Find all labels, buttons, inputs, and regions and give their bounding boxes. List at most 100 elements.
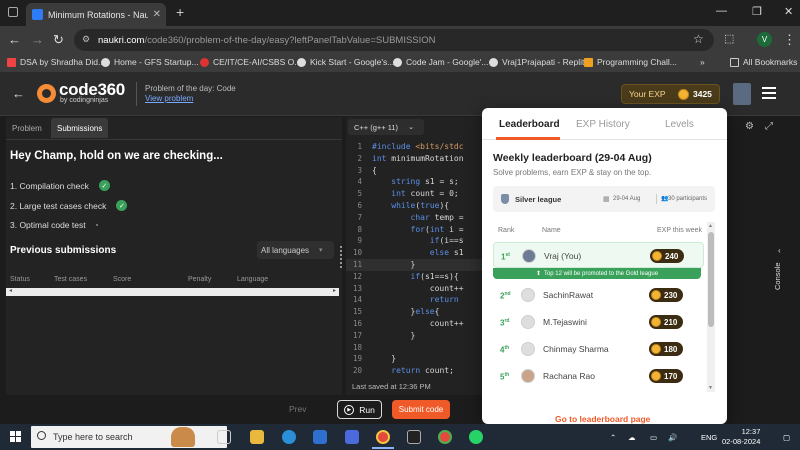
chrome-profile-icon[interactable] bbox=[438, 430, 452, 444]
scroll-down-icon[interactable]: ▼ bbox=[708, 385, 713, 391]
code-line[interactable]: 10 else s1 bbox=[346, 247, 484, 259]
fullscreen-icon[interactable]: ⤢ bbox=[765, 121, 773, 132]
bookmark-star-icon[interactable]: ☆ bbox=[693, 32, 704, 46]
line-text: else s1 bbox=[429, 248, 464, 258]
bookmark-2[interactable]: CE/IT/CE-AI/CSBS O... bbox=[200, 57, 301, 67]
tab-exp-history[interactable]: EXP History bbox=[576, 119, 630, 130]
chrome-icon[interactable] bbox=[376, 430, 390, 444]
tab-submissions[interactable]: Submissions bbox=[51, 118, 109, 138]
settings-icon[interactable]: ⚙ bbox=[745, 121, 754, 132]
code-lines[interactable]: 1 #include <bits/stdc 2 int minimumRotation… bbox=[346, 141, 484, 377]
scroll-up-icon[interactable]: ▲ bbox=[708, 223, 713, 229]
tab-search-icon[interactable] bbox=[8, 7, 18, 17]
code-line[interactable]: 8 for(int i = bbox=[346, 224, 484, 236]
language-filter-select[interactable]: All languages ▾ bbox=[257, 241, 334, 259]
file-explorer-icon[interactable] bbox=[250, 430, 264, 444]
tab-problem[interactable]: Problem bbox=[6, 118, 48, 138]
bookmarks-overflow-icon[interactable]: » bbox=[700, 57, 705, 67]
edge-browser-icon[interactable] bbox=[282, 430, 296, 444]
leaderboard-row[interactable]: 4th Chinmay Sharma 180 bbox=[493, 336, 704, 362]
code-line[interactable]: 12 if(s1==s){ bbox=[346, 271, 484, 283]
user-avatar[interactable] bbox=[733, 83, 751, 105]
view-problem-link[interactable]: View problem bbox=[145, 94, 193, 103]
console-toggle[interactable]: Console bbox=[773, 262, 782, 290]
code-line[interactable]: 16 count++ bbox=[346, 318, 484, 330]
leaderboard-row[interactable]: 5th Rachana Rao 170 bbox=[493, 363, 704, 389]
chevron-left-icon[interactable]: ‹ bbox=[778, 246, 781, 255]
whatsapp-icon[interactable] bbox=[469, 430, 483, 444]
bookmark-1[interactable]: Home - GFS Startup... bbox=[101, 57, 199, 67]
scroll-right-icon[interactable]: ▸ bbox=[333, 287, 336, 294]
go-to-leaderboard-link[interactable]: Go to leaderboard page bbox=[555, 414, 650, 424]
code-line[interactable]: 5 int count = 0; bbox=[346, 188, 484, 200]
tray-chevron-icon[interactable]: ⌃ bbox=[610, 433, 616, 442]
restore-icon[interactable]: ❐ bbox=[752, 5, 762, 18]
scrollbar-thumb[interactable] bbox=[708, 232, 714, 327]
leaderboard-scrollbar[interactable]: ▲ ▼ bbox=[707, 222, 715, 392]
code-line[interactable]: 14 return bbox=[346, 294, 484, 306]
code-line[interactable]: 18 bbox=[346, 342, 484, 354]
taskbar-clock[interactable]: 12:37 02-08-2024 bbox=[722, 427, 760, 447]
reload-icon[interactable]: ↻ bbox=[53, 32, 64, 48]
code-line[interactable]: 2 int minimumRotation bbox=[346, 153, 484, 165]
editor-language-select[interactable]: C++ (g++ 11) ⌄ bbox=[348, 119, 424, 135]
code-line[interactable]: 20 return count; bbox=[346, 365, 484, 377]
close-window-icon[interactable]: ✕ bbox=[784, 5, 793, 18]
bookmark-6[interactable]: Programming Chall... bbox=[584, 57, 677, 67]
all-bookmarks[interactable]: All Bookmarks bbox=[730, 57, 797, 67]
code360-logo-icon[interactable] bbox=[37, 84, 56, 103]
app-icon[interactable] bbox=[345, 430, 359, 444]
code-line[interactable]: 11 } bbox=[346, 258, 484, 271]
bookmark-4[interactable]: Code Jam - Google'... bbox=[393, 57, 488, 67]
bookmark-3[interactable]: Kick Start - Google's... bbox=[297, 57, 394, 67]
browser-menu-icon[interactable]: ⋮ bbox=[783, 32, 796, 48]
code-line[interactable]: 7 char temp = bbox=[346, 212, 484, 224]
code-line[interactable]: 4 string s1 = s; bbox=[346, 176, 484, 188]
bookmark-0[interactable]: DSA by Shradha Did... bbox=[7, 57, 105, 67]
clock-time: 12:37 bbox=[741, 427, 761, 436]
tab-leaderboard[interactable]: Leaderboard bbox=[499, 119, 560, 130]
mail-icon[interactable] bbox=[313, 430, 327, 444]
leaderboard-row[interactable]: 1st Vraj (You) 240 bbox=[493, 242, 704, 268]
code-line[interactable]: 9 if(i==s bbox=[346, 235, 484, 247]
url-input[interactable]: ⚙ naukri.com/code360/problem-of-the-day/… bbox=[74, 29, 714, 51]
code-line[interactable]: 3{ bbox=[346, 165, 484, 177]
code-line[interactable]: 17 } bbox=[346, 330, 484, 342]
browser-tab[interactable]: Minimum Rotations - Naukri Co... ✕ bbox=[26, 3, 166, 26]
notifications-icon[interactable]: ▢ bbox=[783, 433, 790, 442]
forward-icon[interactable]: → bbox=[31, 32, 44, 47]
cloud-icon[interactable]: ☁ bbox=[628, 433, 636, 442]
code-line[interactable]: 19 } bbox=[346, 353, 484, 365]
task-view-icon[interactable] bbox=[217, 430, 231, 444]
bookmark-5[interactable]: Vraj1Prajapati - Replit bbox=[489, 57, 584, 67]
code-line[interactable]: 13 count++ bbox=[346, 283, 484, 295]
panel-resize-handle[interactable] bbox=[340, 244, 344, 270]
leaderboard-row[interactable]: 2nd SachinRawat 230 bbox=[493, 282, 704, 308]
volume-icon[interactable]: 🔊 bbox=[668, 433, 677, 442]
hamburger-menu-icon[interactable] bbox=[762, 84, 776, 100]
horizontal-scrollbar[interactable]: ◂ ▸ bbox=[6, 288, 339, 296]
taskbar-search-input[interactable]: Type here to search bbox=[31, 426, 227, 448]
minimize-icon[interactable]: — bbox=[716, 5, 727, 17]
windows-start-icon[interactable] bbox=[10, 431, 22, 443]
code-line[interactable]: 1 #include <bits/stdc bbox=[346, 141, 484, 153]
profile-avatar[interactable]: V bbox=[757, 32, 772, 47]
submit-code-button[interactable]: Submit code bbox=[392, 400, 450, 419]
prev-button[interactable]: Prev bbox=[289, 404, 306, 414]
language-indicator[interactable]: ENG bbox=[701, 433, 717, 442]
leaderboard-row[interactable]: 3rd M.Tejaswini 210 bbox=[493, 309, 704, 335]
terminal-icon[interactable] bbox=[407, 430, 421, 444]
site-info-icon[interactable]: ⚙ bbox=[82, 34, 90, 45]
tab-close-icon[interactable]: ✕ bbox=[153, 9, 166, 20]
run-button[interactable]: ▶ Run bbox=[337, 400, 382, 419]
tab-levels[interactable]: Levels bbox=[665, 119, 694, 130]
new-tab-button[interactable]: + bbox=[176, 4, 184, 20]
back-arrow-icon[interactable]: ← bbox=[12, 86, 25, 101]
extensions-icon[interactable]: ⬚ bbox=[724, 32, 734, 45]
scroll-left-icon[interactable]: ◂ bbox=[9, 287, 12, 294]
back-icon[interactable]: ← bbox=[8, 32, 21, 47]
code-line[interactable]: 6 while(true){ bbox=[346, 200, 484, 212]
check-optimal: 3. Optimal code test bbox=[10, 220, 98, 230]
network-icon[interactable]: ▭ bbox=[650, 433, 657, 442]
code-line[interactable]: 15 }else{ bbox=[346, 306, 484, 318]
